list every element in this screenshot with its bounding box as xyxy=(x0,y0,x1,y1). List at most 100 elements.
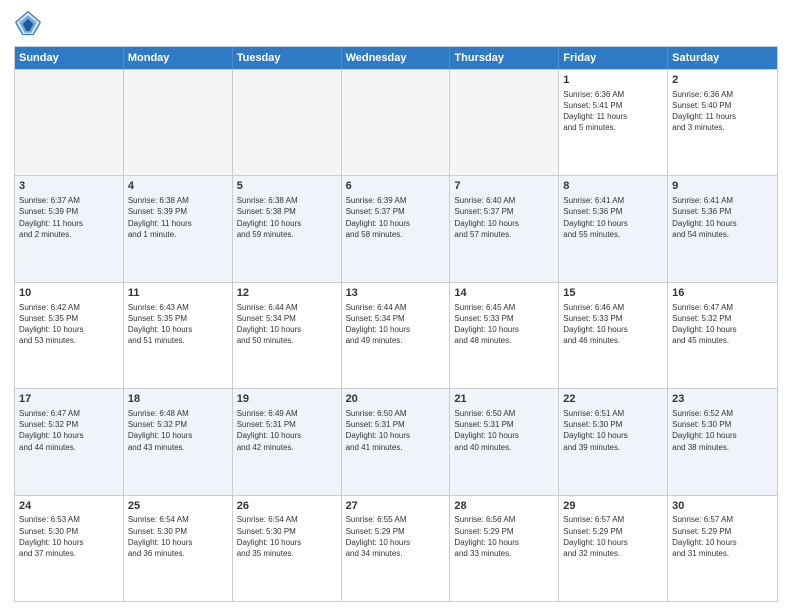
cell-info: Sunrise: 6:42 AM Sunset: 5:35 PM Dayligh… xyxy=(19,302,119,347)
day-number: 16 xyxy=(672,286,773,301)
calendar-header-cell: Saturday xyxy=(668,47,777,69)
day-number: 28 xyxy=(454,499,554,514)
calendar-cell: 6Sunrise: 6:39 AM Sunset: 5:37 PM Daylig… xyxy=(342,176,451,281)
calendar-cell: 18Sunrise: 6:48 AM Sunset: 5:32 PM Dayli… xyxy=(124,389,233,494)
logo xyxy=(14,10,46,38)
calendar-cell: 2Sunrise: 6:36 AM Sunset: 5:40 PM Daylig… xyxy=(668,70,777,175)
day-number: 17 xyxy=(19,392,119,407)
day-number: 3 xyxy=(19,179,119,194)
calendar-cell: 27Sunrise: 6:55 AM Sunset: 5:29 PM Dayli… xyxy=(342,496,451,601)
calendar-header-cell: Sunday xyxy=(15,47,124,69)
cell-info: Sunrise: 6:57 AM Sunset: 5:29 PM Dayligh… xyxy=(563,514,663,559)
cell-info: Sunrise: 6:52 AM Sunset: 5:30 PM Dayligh… xyxy=(672,408,773,453)
calendar-cell: 7Sunrise: 6:40 AM Sunset: 5:37 PM Daylig… xyxy=(450,176,559,281)
cell-info: Sunrise: 6:49 AM Sunset: 5:31 PM Dayligh… xyxy=(237,408,337,453)
day-number: 6 xyxy=(346,179,446,194)
day-number: 19 xyxy=(237,392,337,407)
cell-info: Sunrise: 6:44 AM Sunset: 5:34 PM Dayligh… xyxy=(346,302,446,347)
day-number: 2 xyxy=(672,73,773,88)
calendar-cell: 29Sunrise: 6:57 AM Sunset: 5:29 PM Dayli… xyxy=(559,496,668,601)
calendar-row: 3Sunrise: 6:37 AM Sunset: 5:39 PM Daylig… xyxy=(15,175,777,281)
calendar-cell: 11Sunrise: 6:43 AM Sunset: 5:35 PM Dayli… xyxy=(124,283,233,388)
cell-info: Sunrise: 6:39 AM Sunset: 5:37 PM Dayligh… xyxy=(346,195,446,240)
calendar-header-cell: Monday xyxy=(124,47,233,69)
day-number: 23 xyxy=(672,392,773,407)
cell-info: Sunrise: 6:55 AM Sunset: 5:29 PM Dayligh… xyxy=(346,514,446,559)
day-number: 26 xyxy=(237,499,337,514)
calendar-cell: 14Sunrise: 6:45 AM Sunset: 5:33 PM Dayli… xyxy=(450,283,559,388)
calendar-cell xyxy=(342,70,451,175)
calendar-cell: 17Sunrise: 6:47 AM Sunset: 5:32 PM Dayli… xyxy=(15,389,124,494)
day-number: 21 xyxy=(454,392,554,407)
calendar-body: 1Sunrise: 6:36 AM Sunset: 5:41 PM Daylig… xyxy=(15,69,777,601)
calendar-cell: 13Sunrise: 6:44 AM Sunset: 5:34 PM Dayli… xyxy=(342,283,451,388)
page: SundayMondayTuesdayWednesdayThursdayFrid… xyxy=(0,0,792,612)
calendar-cell xyxy=(233,70,342,175)
cell-info: Sunrise: 6:57 AM Sunset: 5:29 PM Dayligh… xyxy=(672,514,773,559)
calendar-cell: 25Sunrise: 6:54 AM Sunset: 5:30 PM Dayli… xyxy=(124,496,233,601)
cell-info: Sunrise: 6:37 AM Sunset: 5:39 PM Dayligh… xyxy=(19,195,119,240)
day-number: 20 xyxy=(346,392,446,407)
day-number: 14 xyxy=(454,286,554,301)
calendar-header-cell: Tuesday xyxy=(233,47,342,69)
calendar-header: SundayMondayTuesdayWednesdayThursdayFrid… xyxy=(15,47,777,69)
calendar-cell: 16Sunrise: 6:47 AM Sunset: 5:32 PM Dayli… xyxy=(668,283,777,388)
calendar-cell: 8Sunrise: 6:41 AM Sunset: 5:36 PM Daylig… xyxy=(559,176,668,281)
calendar: SundayMondayTuesdayWednesdayThursdayFrid… xyxy=(14,46,778,602)
day-number: 25 xyxy=(128,499,228,514)
day-number: 9 xyxy=(672,179,773,194)
logo-icon xyxy=(14,10,42,38)
cell-info: Sunrise: 6:43 AM Sunset: 5:35 PM Dayligh… xyxy=(128,302,228,347)
calendar-cell: 20Sunrise: 6:50 AM Sunset: 5:31 PM Dayli… xyxy=(342,389,451,494)
cell-info: Sunrise: 6:36 AM Sunset: 5:41 PM Dayligh… xyxy=(563,89,663,134)
header xyxy=(14,10,778,38)
calendar-cell: 5Sunrise: 6:38 AM Sunset: 5:38 PM Daylig… xyxy=(233,176,342,281)
day-number: 1 xyxy=(563,73,663,88)
calendar-cell xyxy=(450,70,559,175)
cell-info: Sunrise: 6:56 AM Sunset: 5:29 PM Dayligh… xyxy=(454,514,554,559)
calendar-row: 24Sunrise: 6:53 AM Sunset: 5:30 PM Dayli… xyxy=(15,495,777,601)
cell-info: Sunrise: 6:50 AM Sunset: 5:31 PM Dayligh… xyxy=(346,408,446,453)
cell-info: Sunrise: 6:38 AM Sunset: 5:39 PM Dayligh… xyxy=(128,195,228,240)
day-number: 13 xyxy=(346,286,446,301)
cell-info: Sunrise: 6:47 AM Sunset: 5:32 PM Dayligh… xyxy=(672,302,773,347)
calendar-header-cell: Wednesday xyxy=(342,47,451,69)
calendar-cell: 12Sunrise: 6:44 AM Sunset: 5:34 PM Dayli… xyxy=(233,283,342,388)
day-number: 10 xyxy=(19,286,119,301)
day-number: 15 xyxy=(563,286,663,301)
cell-info: Sunrise: 6:41 AM Sunset: 5:36 PM Dayligh… xyxy=(672,195,773,240)
calendar-cell: 26Sunrise: 6:54 AM Sunset: 5:30 PM Dayli… xyxy=(233,496,342,601)
day-number: 5 xyxy=(237,179,337,194)
day-number: 12 xyxy=(237,286,337,301)
cell-info: Sunrise: 6:51 AM Sunset: 5:30 PM Dayligh… xyxy=(563,408,663,453)
cell-info: Sunrise: 6:54 AM Sunset: 5:30 PM Dayligh… xyxy=(237,514,337,559)
day-number: 22 xyxy=(563,392,663,407)
cell-info: Sunrise: 6:54 AM Sunset: 5:30 PM Dayligh… xyxy=(128,514,228,559)
calendar-cell: 24Sunrise: 6:53 AM Sunset: 5:30 PM Dayli… xyxy=(15,496,124,601)
calendar-cell: 15Sunrise: 6:46 AM Sunset: 5:33 PM Dayli… xyxy=(559,283,668,388)
calendar-cell: 1Sunrise: 6:36 AM Sunset: 5:41 PM Daylig… xyxy=(559,70,668,175)
calendar-header-cell: Friday xyxy=(559,47,668,69)
calendar-cell: 28Sunrise: 6:56 AM Sunset: 5:29 PM Dayli… xyxy=(450,496,559,601)
calendar-cell: 4Sunrise: 6:38 AM Sunset: 5:39 PM Daylig… xyxy=(124,176,233,281)
cell-info: Sunrise: 6:47 AM Sunset: 5:32 PM Dayligh… xyxy=(19,408,119,453)
calendar-cell: 22Sunrise: 6:51 AM Sunset: 5:30 PM Dayli… xyxy=(559,389,668,494)
cell-info: Sunrise: 6:38 AM Sunset: 5:38 PM Dayligh… xyxy=(237,195,337,240)
cell-info: Sunrise: 6:36 AM Sunset: 5:40 PM Dayligh… xyxy=(672,89,773,134)
calendar-cell: 3Sunrise: 6:37 AM Sunset: 5:39 PM Daylig… xyxy=(15,176,124,281)
calendar-cell: 21Sunrise: 6:50 AM Sunset: 5:31 PM Dayli… xyxy=(450,389,559,494)
cell-info: Sunrise: 6:41 AM Sunset: 5:36 PM Dayligh… xyxy=(563,195,663,240)
calendar-cell: 30Sunrise: 6:57 AM Sunset: 5:29 PM Dayli… xyxy=(668,496,777,601)
cell-info: Sunrise: 6:46 AM Sunset: 5:33 PM Dayligh… xyxy=(563,302,663,347)
cell-info: Sunrise: 6:53 AM Sunset: 5:30 PM Dayligh… xyxy=(19,514,119,559)
day-number: 8 xyxy=(563,179,663,194)
calendar-cell: 19Sunrise: 6:49 AM Sunset: 5:31 PM Dayli… xyxy=(233,389,342,494)
day-number: 24 xyxy=(19,499,119,514)
cell-info: Sunrise: 6:45 AM Sunset: 5:33 PM Dayligh… xyxy=(454,302,554,347)
day-number: 4 xyxy=(128,179,228,194)
day-number: 11 xyxy=(128,286,228,301)
calendar-header-cell: Thursday xyxy=(450,47,559,69)
cell-info: Sunrise: 6:50 AM Sunset: 5:31 PM Dayligh… xyxy=(454,408,554,453)
day-number: 30 xyxy=(672,499,773,514)
calendar-row: 10Sunrise: 6:42 AM Sunset: 5:35 PM Dayli… xyxy=(15,282,777,388)
